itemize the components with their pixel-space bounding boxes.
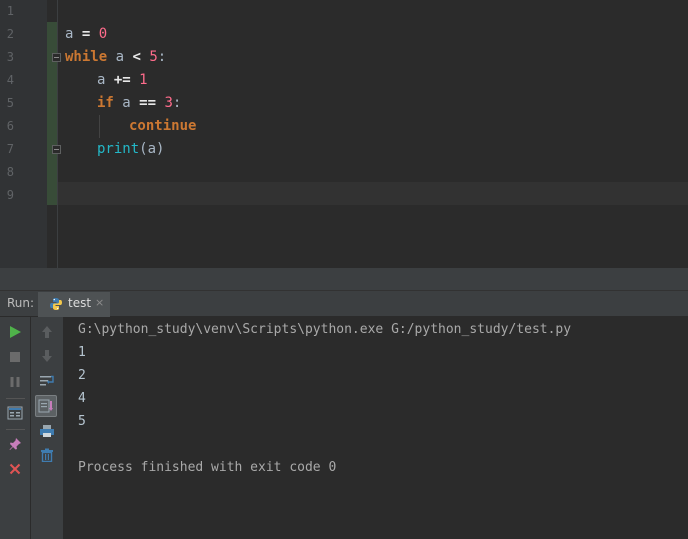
- code-line-6[interactable]: continue: [129, 115, 196, 138]
- fold-collapse-icon[interactable]: [52, 53, 61, 62]
- scroll-to-end-icon: [38, 399, 53, 413]
- soft-wrap-button[interactable]: [36, 370, 58, 392]
- token-operator: +=: [113, 72, 131, 88]
- line-number: 1: [6, 4, 14, 18]
- run-console-output[interactable]: G:\python_study\venv\Scripts\python.exe …: [64, 317, 688, 539]
- token-args: (a): [139, 141, 165, 157]
- close-run-button[interactable]: [4, 458, 26, 480]
- code-line-3[interactable]: while a < 5:: [65, 46, 166, 69]
- line-number: 6: [6, 119, 14, 133]
- code-line-4[interactable]: a += 1: [97, 69, 148, 92]
- toolbar-separator: [6, 398, 25, 399]
- code-line-2[interactable]: a = 0: [65, 23, 107, 46]
- token-number: 1: [139, 72, 148, 88]
- line-number: 9: [6, 188, 14, 202]
- console-output-line: 1: [78, 345, 86, 360]
- current-line-highlight: [58, 182, 688, 205]
- layout-icon: [7, 406, 23, 420]
- console-output-line: 2: [78, 368, 86, 383]
- token-operator: =: [81, 26, 91, 42]
- token-number: 5: [149, 49, 158, 65]
- pause-icon: [10, 377, 20, 387]
- code-line-7[interactable]: print(a): [97, 138, 164, 161]
- token-variable: a: [97, 72, 106, 88]
- run-label: Run:: [7, 296, 35, 310]
- pin-tab-button[interactable]: [4, 433, 26, 455]
- down-stack-button[interactable]: [36, 345, 58, 367]
- token-variable: a: [122, 95, 131, 111]
- python-icon: [50, 298, 62, 310]
- run-tool-window-header: Run: test ×: [0, 290, 688, 317]
- fold-end-icon[interactable]: [52, 145, 61, 154]
- stop-icon: [10, 352, 20, 362]
- console-command-line: G:\python_study\venv\Scripts\python.exe …: [78, 322, 572, 337]
- scroll-to-end-button[interactable]: [35, 395, 57, 417]
- run-tab-test[interactable]: test ×: [38, 292, 110, 317]
- code-editor[interactable]: 1 2 3 4 5 6 7 8 9 a = 0 while a < 5: a +…: [0, 0, 688, 268]
- close-tab-icon[interactable]: ×: [95, 296, 104, 309]
- console-output-line: 5: [78, 414, 86, 429]
- token-variable: a: [65, 26, 74, 42]
- line-number: 5: [6, 96, 14, 110]
- ide-window: 1 2 3 4 5 6 7 8 9 a = 0 while a < 5: a +…: [0, 0, 688, 539]
- token-keyword: if: [97, 95, 114, 111]
- line-number: 3: [6, 50, 14, 64]
- token-builtin: print: [97, 141, 140, 157]
- restore-layout-button[interactable]: [4, 402, 26, 424]
- token-keyword: while: [65, 49, 108, 65]
- console-exit-message: Process finished with exit code 0: [78, 460, 337, 475]
- console-output-line: 4: [78, 391, 86, 406]
- toolbar-separator: [6, 429, 25, 430]
- editor-run-divider[interactable]: [0, 268, 688, 290]
- run-toolbar-primary: [0, 317, 31, 539]
- down-arrow-icon: [42, 350, 52, 362]
- pin-icon: [9, 438, 21, 450]
- vcs-change-marker: [47, 22, 57, 205]
- token-number: 3: [164, 95, 173, 111]
- token-colon: :: [157, 49, 167, 65]
- line-number: 7: [6, 142, 14, 156]
- pause-button[interactable]: [4, 371, 26, 393]
- line-number: 8: [6, 165, 14, 179]
- run-toolbar-secondary: [31, 317, 64, 539]
- line-number: 2: [6, 27, 14, 41]
- rerun-button[interactable]: [4, 321, 26, 343]
- gutter-border: [57, 0, 58, 268]
- token-operator: ==: [139, 95, 157, 111]
- token-colon: :: [172, 95, 182, 111]
- stop-button[interactable]: [4, 346, 26, 368]
- token-operator: <: [132, 49, 141, 65]
- run-icon: [10, 326, 21, 338]
- up-arrow-icon: [42, 326, 52, 338]
- indent-guide: [99, 115, 100, 138]
- soft-wrap-icon: [40, 375, 54, 386]
- close-icon: [9, 463, 21, 475]
- up-stack-button[interactable]: [36, 321, 58, 343]
- token-keyword: continue: [129, 118, 197, 134]
- code-line-5[interactable]: if a == 3:: [97, 92, 181, 115]
- clear-all-button[interactable]: [36, 444, 58, 466]
- token-number: 0: [98, 26, 108, 42]
- run-tab-label: test: [68, 296, 92, 310]
- print-button[interactable]: [36, 420, 58, 442]
- line-number: 4: [6, 73, 14, 87]
- print-icon: [40, 425, 54, 437]
- trash-icon: [41, 448, 53, 462]
- token-variable: a: [115, 49, 125, 65]
